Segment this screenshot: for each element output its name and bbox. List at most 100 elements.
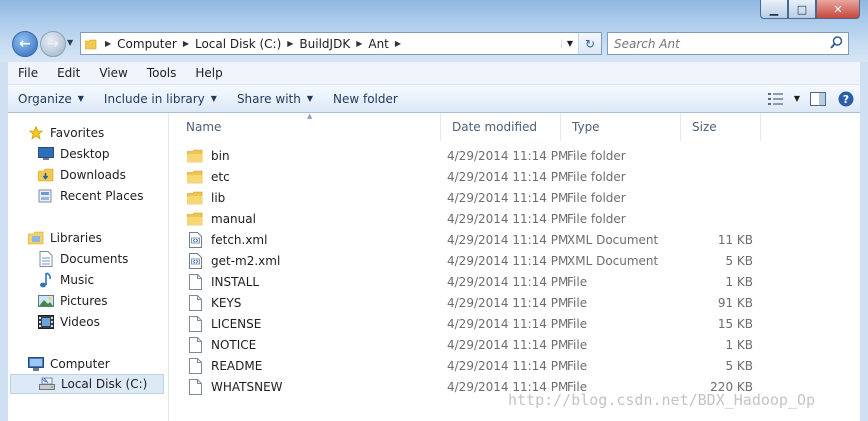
chevron-right-icon[interactable]: ▶: [103, 39, 113, 48]
menu-view[interactable]: View: [89, 66, 136, 80]
nav-recent-places-label: Recent Places: [60, 189, 144, 203]
file-size: [681, 166, 753, 187]
chevron-right-icon[interactable]: ▶: [181, 39, 191, 48]
refresh-icon: ↻: [584, 36, 596, 51]
nav-computer[interactable]: Computer: [28, 354, 110, 374]
column-date-header[interactable]: Date modified: [441, 113, 561, 141]
recent-pages-dropdown[interactable]: ▼: [67, 38, 73, 47]
file-name-cell[interactable]: INSTALL: [187, 271, 259, 292]
chevron-right-icon[interactable]: ▶: [354, 39, 364, 48]
chevron-right-icon[interactable]: ▶: [393, 39, 403, 48]
view-options-button[interactable]: [762, 92, 790, 105]
breadcrumb-local-disk[interactable]: Local Disk (C:): [191, 37, 285, 51]
file-date: 4/29/2014 11:14 PM: [447, 169, 569, 184]
file-row[interactable]: manual 4/29/2014 11:14 PM File folder: [175, 208, 775, 229]
forward-button[interactable]: →: [40, 31, 66, 57]
file-name-cell[interactable]: bin: [187, 145, 230, 166]
file-name-cell[interactable]: etc: [187, 166, 230, 187]
help-button[interactable]: ?: [832, 91, 860, 107]
file-size: [681, 208, 753, 229]
search-icon[interactable]: [830, 36, 843, 49]
nav-desktop-label: Desktop: [60, 147, 110, 161]
organize-label: Organize: [18, 91, 72, 106]
file-row[interactable]: get-m2.xml 4/29/2014 11:14 PM XML Document…: [175, 250, 775, 271]
nav-downloads[interactable]: Downloads: [38, 165, 126, 185]
file-name: WHATSNEW: [211, 379, 283, 394]
include-in-library-label: Include in library: [103, 91, 205, 106]
file-date: 4/29/2014 11:14 PM: [447, 358, 569, 373]
nav-favorites[interactable]: Favorites: [28, 123, 104, 143]
nav-music[interactable]: Music: [38, 270, 94, 290]
nav-videos[interactable]: Videos: [38, 312, 100, 332]
column-size-header[interactable]: Size: [681, 113, 761, 141]
file-type: File: [567, 316, 588, 331]
file-name-cell[interactable]: WHATSNEW: [187, 376, 283, 397]
file-name-cell[interactable]: NOTICE: [187, 334, 256, 355]
nav-libraries[interactable]: Libraries: [28, 228, 102, 248]
menu-tools[interactable]: Tools: [137, 66, 186, 80]
nav-desktop[interactable]: Desktop: [38, 144, 110, 164]
new-folder-button[interactable]: New folder: [323, 92, 408, 106]
nav-pictures-label: Pictures: [60, 294, 108, 308]
file-row[interactable]: lib 4/29/2014 11:14 PM File folder: [175, 187, 775, 208]
view-dropdown[interactable]: ▼: [790, 94, 804, 103]
nav-pictures[interactable]: Pictures: [38, 291, 108, 311]
file-date: 4/29/2014 11:14 PM: [447, 337, 569, 352]
file-row[interactable]: README 4/29/2014 11:14 PM File 5 KB: [175, 355, 775, 376]
column-type-header[interactable]: Type: [561, 113, 681, 141]
breadcrumb-computer[interactable]: Computer: [113, 37, 181, 51]
star-icon: [28, 125, 44, 141]
breadcrumb-buildjdk[interactable]: BuildJDK: [295, 37, 354, 51]
column-type-label: Type: [572, 120, 600, 134]
column-size-label: Size: [692, 120, 717, 134]
back-button[interactable]: ←: [12, 31, 38, 57]
minimize-button[interactable]: ▁: [760, 0, 788, 19]
nav-documents[interactable]: Documents: [38, 249, 128, 269]
column-date-label: Date modified: [452, 120, 538, 134]
file-row[interactable]: LICENSE 4/29/2014 11:14 PM File 15 KB: [175, 313, 775, 334]
file-name: manual: [211, 211, 256, 226]
maximize-button[interactable]: □: [788, 0, 816, 19]
breadcrumb: ▶ Computer ▶ Local Disk (C:) ▶ BuildJDK …: [103, 37, 403, 51]
file-size: 15 KB: [717, 316, 753, 331]
search-input[interactable]: [608, 35, 816, 52]
file-name-cell[interactable]: manual: [187, 208, 256, 229]
pictures-icon: [38, 293, 54, 309]
address-controls: ▼ ↻: [561, 33, 601, 54]
breadcrumb-ant[interactable]: Ant: [364, 37, 393, 51]
file-row[interactable]: fetch.xml 4/29/2014 11:14 PM XML Document 1…: [175, 229, 775, 250]
file-name-cell[interactable]: fetch.xml: [187, 229, 267, 250]
nav-recent-places[interactable]: Recent Places: [38, 186, 143, 206]
file-row[interactable]: NOTICE 4/29/2014 11:14 PM File 1 KB: [175, 334, 775, 355]
address-bar[interactable]: ▶ Computer ▶ Local Disk (C:) ▶ BuildJDK …: [80, 32, 602, 55]
preview-pane-button[interactable]: [804, 91, 832, 106]
address-history-dropdown[interactable]: ▼: [561, 39, 578, 48]
include-in-library-button[interactable]: Include in library ▼: [94, 92, 227, 106]
column-name-header[interactable]: Name ▲: [175, 112, 441, 141]
menu-bar: File Edit View Tools Help: [8, 62, 860, 85]
file-type: File folder: [567, 169, 626, 184]
file-row[interactable]: KEYS 4/29/2014 11:14 PM File 91 KB: [175, 292, 775, 313]
nav-local-disk[interactable]: Local Disk (C:): [10, 374, 164, 394]
file-row[interactable]: bin 4/29/2014 11:14 PM File folder: [175, 145, 775, 166]
file-name-cell[interactable]: get-m2.xml: [187, 250, 280, 271]
chevron-right-icon[interactable]: ▶: [285, 39, 295, 48]
nav-downloads-label: Downloads: [60, 168, 126, 182]
file-name-cell[interactable]: README: [187, 355, 262, 376]
file-name-cell[interactable]: LICENSE: [187, 313, 261, 334]
file-name-cell[interactable]: lib: [187, 187, 225, 208]
file-row[interactable]: INSTALL 4/29/2014 11:14 PM File 1 KB: [175, 271, 775, 292]
file-icon: [187, 336, 203, 353]
refresh-button[interactable]: ↻: [578, 33, 601, 54]
menu-edit[interactable]: Edit: [47, 66, 89, 80]
file-name-cell[interactable]: KEYS: [187, 292, 241, 313]
file-row[interactable]: etc 4/29/2014 11:14 PM File folder: [175, 166, 775, 187]
search-box[interactable]: [607, 32, 849, 55]
menu-file[interactable]: File: [8, 66, 47, 80]
file-date: 4/29/2014 11:14 PM: [447, 148, 569, 163]
xml-file-icon: [187, 231, 203, 248]
organize-button[interactable]: Organize ▼: [8, 92, 94, 106]
share-with-button[interactable]: Share with ▼: [227, 92, 323, 106]
menu-help[interactable]: Help: [185, 66, 231, 80]
close-button[interactable]: ✕: [816, 0, 860, 19]
